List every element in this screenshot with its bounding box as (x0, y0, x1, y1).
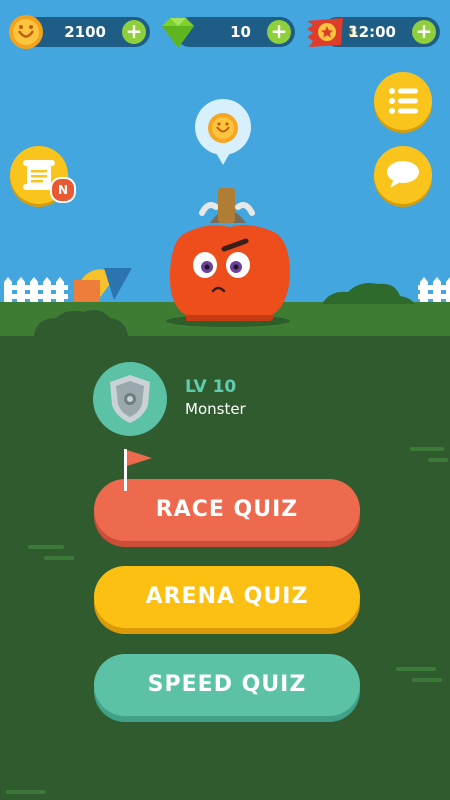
add-gems-button[interactable]: + (267, 20, 291, 44)
fence-right (418, 277, 450, 302)
player-level: LV 10 (185, 377, 237, 397)
add-tickets-button[interactable]: + (412, 20, 436, 44)
monster-character[interactable] (160, 95, 300, 325)
grass-dash (410, 447, 444, 451)
rank-shield-icon[interactable] (92, 361, 168, 437)
speed-quiz-button[interactable]: SPEED QUIZ (94, 654, 360, 716)
bush-right (322, 283, 414, 304)
arena-quiz-button[interactable]: ARENA QUIZ (94, 566, 360, 628)
coins-value: 2100 (64, 23, 106, 41)
add-coins-button[interactable]: + (122, 20, 146, 44)
grass-dash (6, 790, 46, 794)
coin-speech-bubble (195, 99, 251, 165)
viking-helmet (199, 188, 255, 223)
grass-dash (396, 667, 436, 671)
refill-timer: 12:00 (348, 23, 396, 41)
fence-left (4, 277, 68, 302)
coin-icon (9, 15, 43, 49)
grass-dash (44, 556, 74, 560)
new-badge: N (50, 177, 76, 203)
chat-bubble-icon (387, 161, 419, 188)
grass-dash (428, 458, 448, 462)
toy-cube (74, 280, 100, 302)
bush-left (34, 310, 128, 336)
grass-dash (412, 678, 442, 682)
chat-button[interactable] (374, 146, 432, 204)
gem-icon (162, 18, 194, 48)
flag-icon (124, 449, 152, 491)
grass-dash (28, 545, 64, 549)
menu-button[interactable] (374, 72, 432, 130)
player-rank: Monster (185, 400, 246, 418)
gems-value: 10 (230, 23, 251, 41)
list-icon (389, 88, 418, 114)
ticket-icon (307, 18, 343, 47)
